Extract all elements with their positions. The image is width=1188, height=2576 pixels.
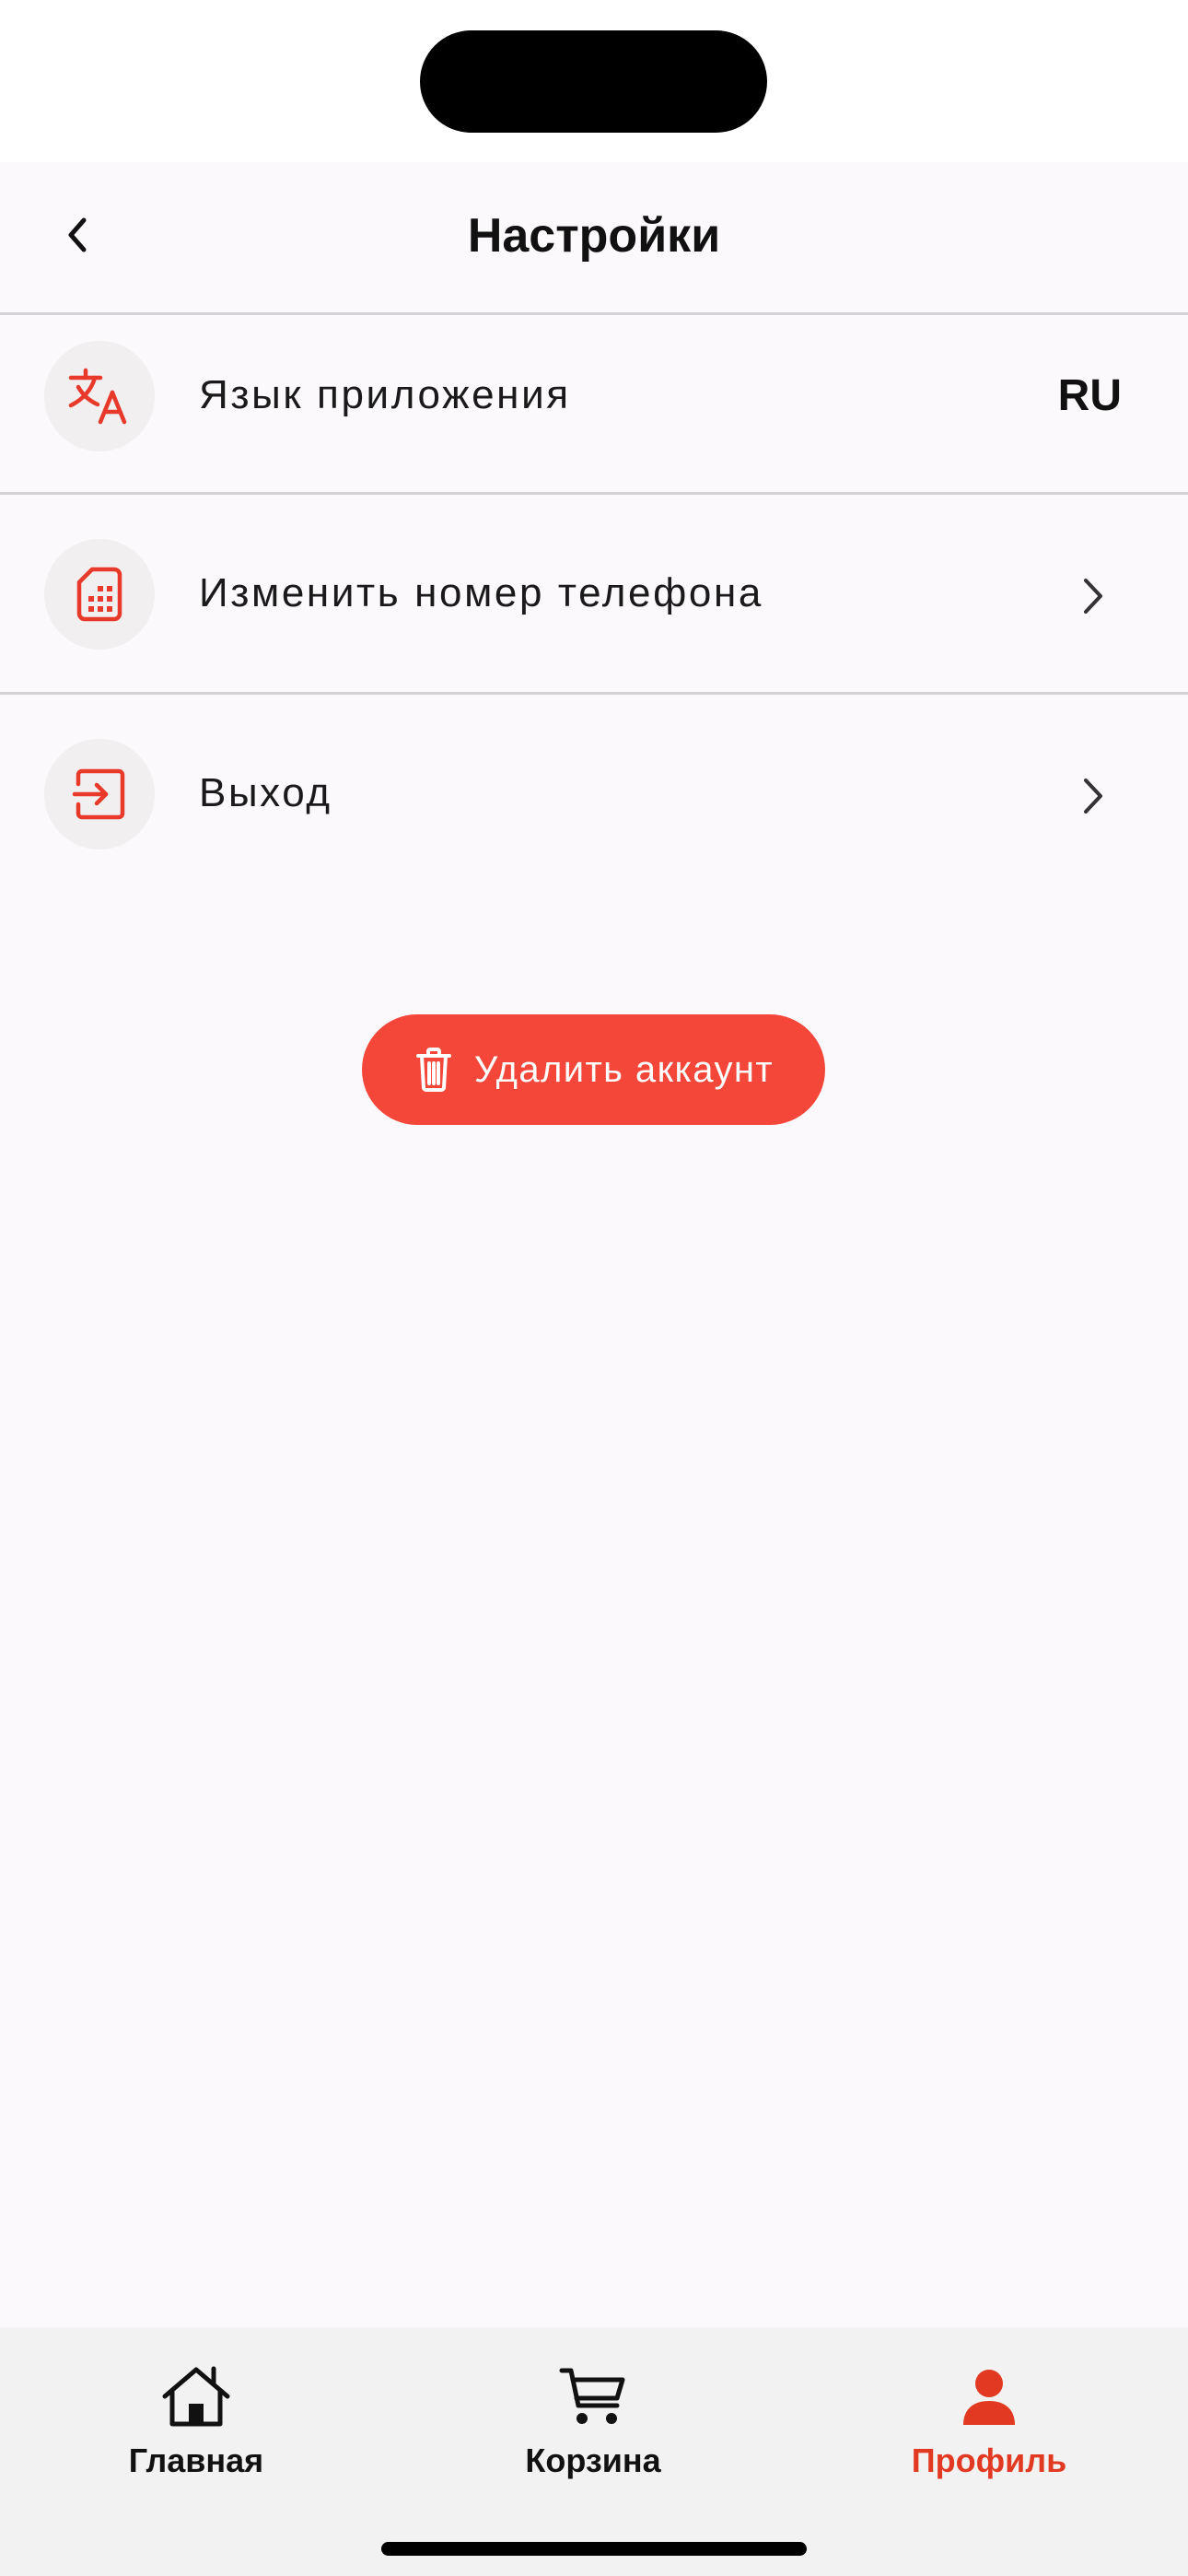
dynamic-island [420,30,767,133]
tab-label: Профиль [911,2441,1067,2479]
status-area [0,0,1188,162]
settings-item-language[interactable]: Язык приложения RU [0,315,1188,495]
settings-item-label: Выход [199,770,332,815]
header: Настройки [0,162,1188,315]
tab-home[interactable]: Главная [58,2348,334,2495]
chevron-right-icon [1077,572,1109,620]
tab-bar: Главная Корзина Профиль [0,2327,1188,2576]
sim-card-icon [76,567,122,622]
home-icon [159,2364,233,2430]
exit-icon [72,768,125,820]
tab-label: Главная [128,2441,264,2479]
language-value: RU [1057,371,1122,420]
settings-item-label: Изменить номер телефона [199,570,763,615]
translate-icon [68,368,127,425]
delete-account-label: Удалить аккаунт [473,1048,775,1090]
settings-item-logout[interactable]: Выход [0,695,1188,895]
settings-item-label: Язык приложения [199,372,571,417]
page-title: Настройки [467,209,721,263]
tab-label: Корзина [525,2441,661,2479]
chevron-right-icon [1077,772,1109,820]
tab-profile[interactable]: Профиль [851,2348,1127,2495]
person-icon [952,2364,1026,2430]
tab-cart[interactable]: Корзина [455,2348,731,2495]
home-indicator [381,2542,807,2556]
trash-icon [413,1046,454,1094]
translate-icon-circle [44,341,155,451]
cart-icon [556,2364,630,2430]
settings-item-change-phone[interactable]: Изменить номер телефона [0,495,1188,695]
delete-account-button[interactable]: Удалить аккаунт [362,1014,825,1125]
sim-card-icon-circle [44,539,155,650]
exit-icon-circle [44,739,155,849]
